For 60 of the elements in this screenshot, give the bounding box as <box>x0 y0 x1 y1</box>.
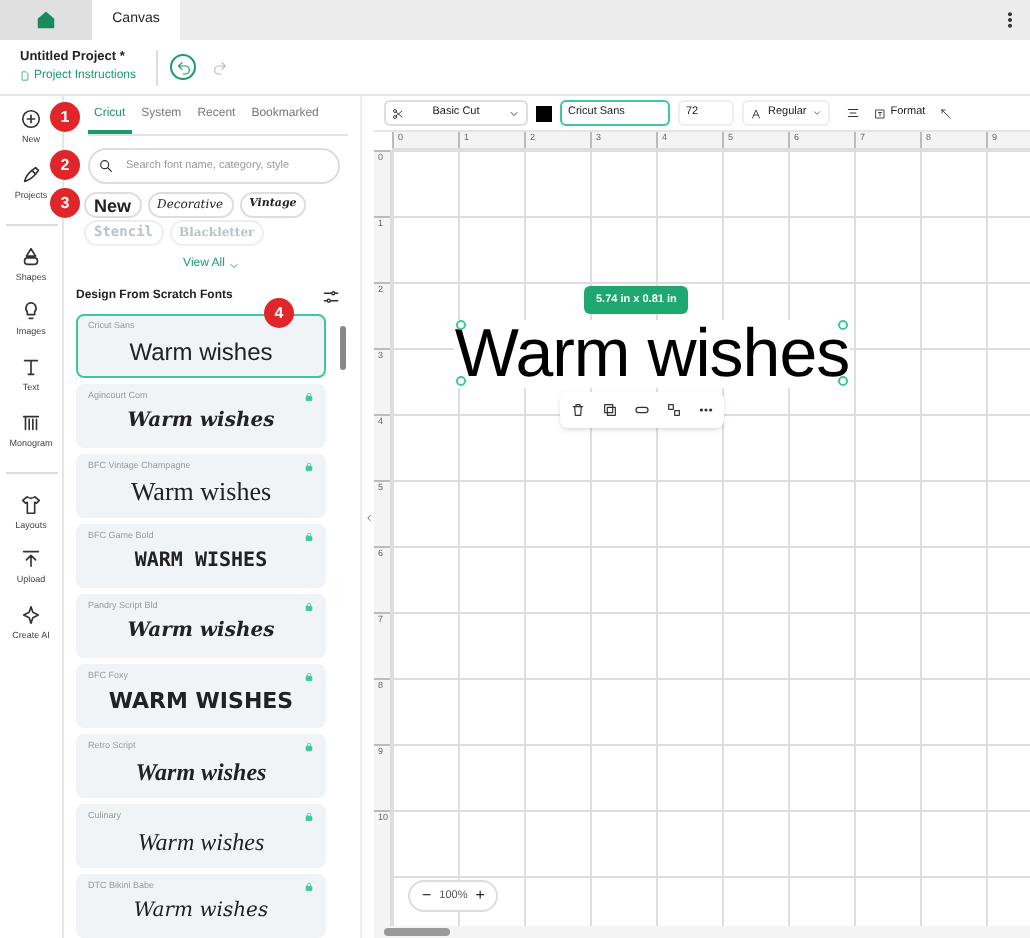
font-preview: WARM WISHES <box>108 686 294 718</box>
lock-icon <box>304 812 314 822</box>
font-preview: Warm wishes <box>133 898 269 926</box>
zoom-in-button[interactable]: + <box>475 888 485 904</box>
chevron-down-icon <box>812 108 823 118</box>
step-badge: 2 <box>50 150 80 180</box>
monogram-icon <box>20 411 42 434</box>
lock-icon <box>304 742 314 752</box>
resize-handle[interactable] <box>838 376 848 386</box>
shirt-icon <box>20 493 42 515</box>
lock-icon <box>304 602 314 612</box>
font-preview: Warm wishes <box>135 756 267 790</box>
chevron-down-icon <box>508 107 520 119</box>
more-icon <box>698 402 714 418</box>
duplicate-icon <box>602 402 618 418</box>
align-icon <box>846 106 861 120</box>
resize-icon <box>939 107 952 119</box>
undo-icon <box>175 59 192 75</box>
font-preview: WARM WISHES <box>134 548 268 576</box>
lock-icon <box>304 672 314 682</box>
cut-icon <box>392 107 404 119</box>
category-chip[interactable]: New <box>84 192 142 218</box>
document-icon <box>20 70 30 83</box>
lock-icon <box>304 532 314 542</box>
home-icon <box>36 10 56 30</box>
resize-handle[interactable] <box>456 320 466 330</box>
shapes-icon <box>20 245 42 267</box>
zoom-out-button[interactable]: − <box>422 888 432 904</box>
upload-icon <box>20 548 42 571</box>
scrollbar-thumb[interactable] <box>339 326 345 370</box>
lock-icon <box>304 882 314 892</box>
lock-icon <box>304 392 314 402</box>
font-style-icon <box>750 107 762 119</box>
font-preview: Warm wishes <box>127 618 275 646</box>
undo-button[interactable] <box>170 54 197 80</box>
resize-handle[interactable] <box>456 376 466 386</box>
step-badge: 1 <box>50 102 80 132</box>
lock-icon <box>304 462 314 472</box>
resize-handle[interactable] <box>838 320 848 330</box>
format-icon <box>874 107 887 119</box>
font-preview: Warm wishes <box>137 826 265 860</box>
search-icon <box>98 158 114 174</box>
sparkle-icon <box>20 604 42 626</box>
group-icon <box>666 402 682 418</box>
step-badge: 3 <box>50 188 80 218</box>
chevron-left-icon <box>363 511 373 523</box>
text-icon <box>20 356 42 378</box>
step-badge: 4 <box>264 298 294 328</box>
sliders-icon <box>322 287 340 305</box>
plus-icon <box>20 108 42 130</box>
color-swatch[interactable] <box>536 105 552 121</box>
trash-icon <box>570 402 586 418</box>
font-preview: Warm wishes <box>127 408 275 436</box>
scrollbar-thumb[interactable] <box>384 928 450 936</box>
font-preview: Warm wishes <box>129 336 273 370</box>
bulb-icon <box>20 300 42 323</box>
home-tab[interactable] <box>0 0 92 40</box>
chevron-down-icon <box>228 259 241 271</box>
redo-icon <box>212 59 229 75</box>
font-preview: Warm wishes <box>130 474 272 510</box>
